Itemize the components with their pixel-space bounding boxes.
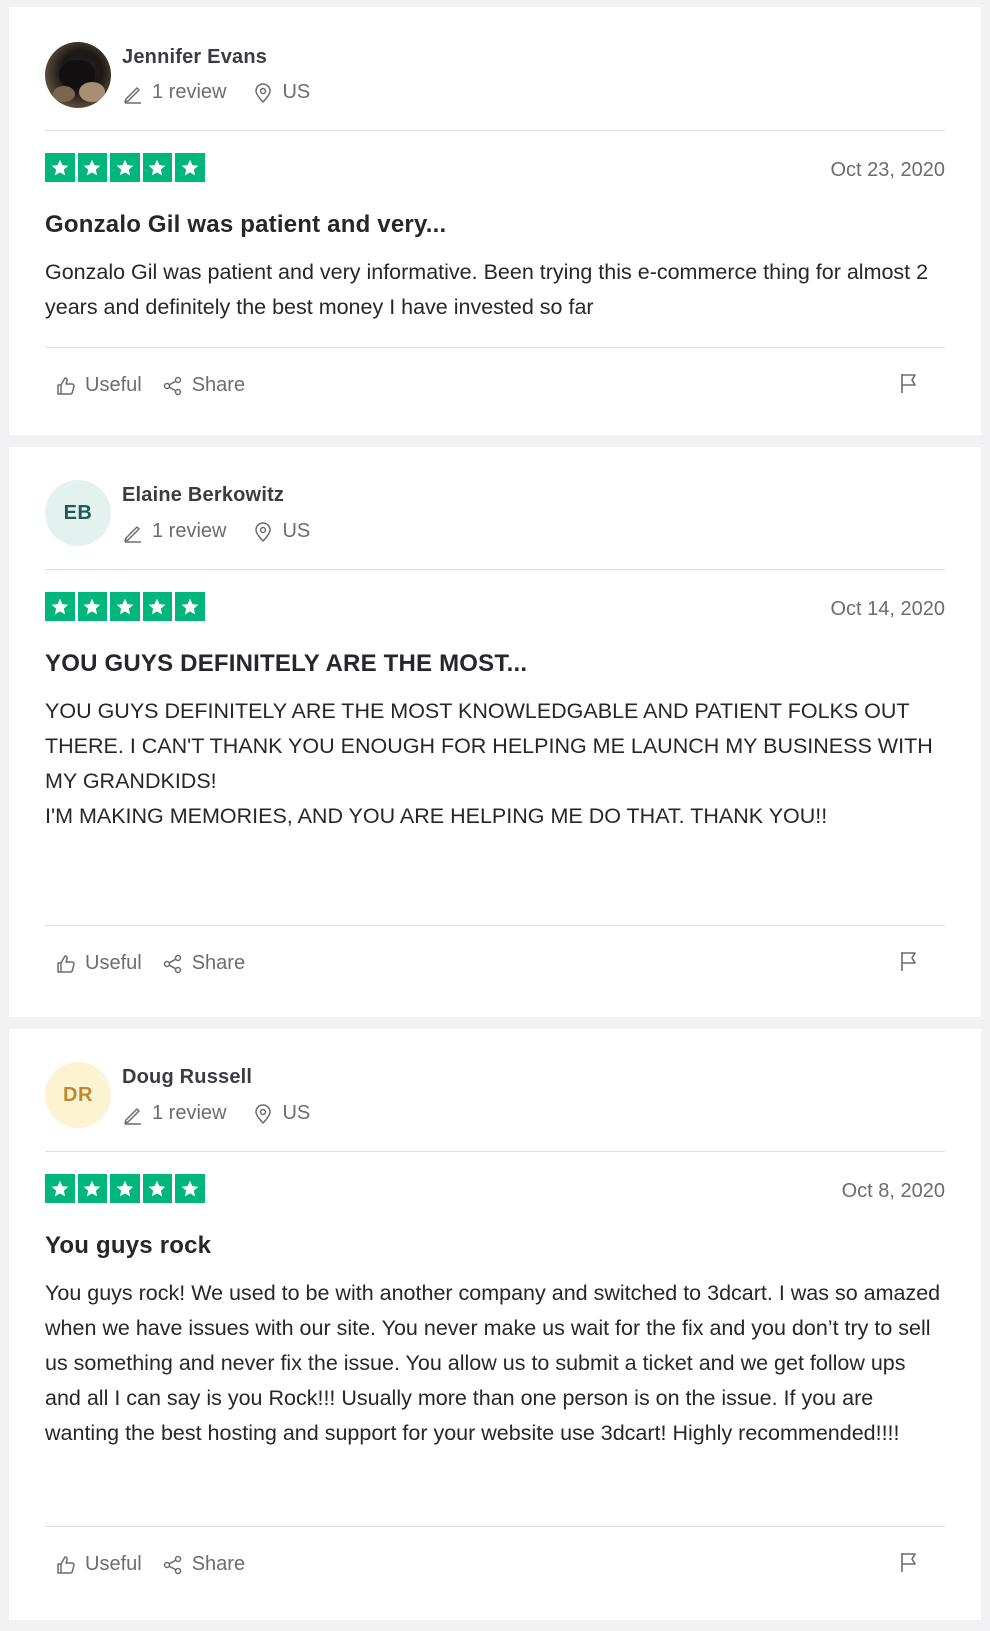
star-icon: [77, 592, 107, 621]
star-icon: [110, 1174, 140, 1203]
thumbs-up-icon: [57, 954, 75, 973]
divider: [45, 130, 945, 131]
location-pin-icon: [255, 82, 272, 103]
review-body: Gonzalo Gil was patient and very informa…: [45, 260, 929, 319]
review-body: You guys rock! We used to be with anothe…: [45, 1281, 941, 1445]
review-count: 1 review: [152, 81, 227, 103]
avatar-initials: DR: [63, 1083, 93, 1106]
avatar[interactable]: DR: [45, 1062, 111, 1128]
useful-label: Useful: [85, 952, 142, 974]
star-icon: [175, 153, 205, 182]
star-icon: [142, 1174, 172, 1203]
review-count: 1 review: [152, 1102, 227, 1124]
pencil-icon: [124, 525, 141, 543]
review-card: Jennifer Evans 1 review US Oct 23, 2020 …: [9, 7, 981, 435]
location-pin-icon: [255, 1103, 272, 1124]
pencil-icon: [124, 1107, 141, 1125]
share-button[interactable]: Share: [162, 952, 245, 975]
star-icon: [142, 153, 172, 182]
star-rating: [45, 1174, 205, 1203]
review-actions: Useful Share: [55, 374, 245, 397]
review-body: YOU GUYS DEFINITELY ARE THE MOST KNOWLED…: [45, 699, 933, 828]
review-actions: Useful Share: [55, 952, 245, 975]
star-icon: [110, 153, 140, 182]
review-title[interactable]: Gonzalo Gil was patient and very...: [45, 211, 446, 239]
star-rating: [45, 592, 205, 621]
review-count: 1 review: [152, 520, 227, 542]
useful-label: Useful: [85, 374, 142, 396]
flag-icon[interactable]: [899, 1551, 919, 1573]
review-date: Oct 14, 2020: [830, 598, 945, 620]
review-card: DR Doug Russell 1 review US Oct 8, 2020 …: [9, 1029, 981, 1620]
flag-icon[interactable]: [899, 372, 919, 394]
pencil-icon: [124, 86, 141, 104]
star-icon: [77, 153, 107, 182]
divider: [45, 347, 945, 348]
reviewer-meta: 1 review US: [122, 1102, 310, 1125]
review-date: Oct 8, 2020: [841, 1180, 945, 1202]
star-icon: [45, 1174, 75, 1203]
share-label: Share: [191, 1553, 246, 1575]
reviewer-meta: 1 review US: [122, 520, 310, 543]
divider: [45, 925, 945, 926]
star-icon: [110, 592, 140, 621]
star-icon: [45, 592, 75, 621]
divider: [45, 1151, 945, 1152]
star-icon: [45, 153, 75, 182]
star-icon: [175, 1174, 205, 1203]
reviewer-name[interactable]: Elaine Berkowitz: [122, 484, 284, 507]
review-actions: Useful Share: [55, 1553, 245, 1576]
share-label: Share: [191, 952, 246, 974]
reviewer-location: US: [282, 81, 311, 103]
thumbs-up-icon: [57, 376, 75, 395]
share-icon: [163, 954, 181, 973]
thumbs-up-icon: [57, 1555, 75, 1574]
useful-button[interactable]: Useful: [55, 374, 142, 397]
star-rating: [45, 153, 205, 182]
review-feed: Jennifer Evans 1 review US Oct 23, 2020 …: [0, 0, 990, 1631]
useful-button[interactable]: Useful: [55, 1553, 142, 1576]
review-title[interactable]: YOU GUYS DEFINITELY ARE THE MOST...: [45, 650, 527, 678]
review-card: EB Elaine Berkowitz 1 review US Oct 14, …: [9, 447, 981, 1017]
share-icon: [163, 1555, 181, 1574]
reviewer-location: US: [282, 1102, 311, 1124]
share-label: Share: [191, 374, 246, 396]
star-icon: [142, 592, 172, 621]
location-pin-icon: [255, 521, 272, 542]
useful-button[interactable]: Useful: [55, 952, 142, 975]
divider: [45, 1526, 945, 1527]
review-title[interactable]: You guys rock: [45, 1232, 211, 1260]
flag-icon[interactable]: [899, 950, 919, 972]
reviewer-name[interactable]: Jennifer Evans: [122, 46, 267, 69]
avatar[interactable]: [45, 42, 111, 108]
reviewer-meta: 1 review US: [122, 81, 310, 104]
avatar-initials: EB: [63, 501, 93, 524]
divider: [45, 569, 945, 570]
share-button[interactable]: Share: [162, 374, 245, 397]
star-icon: [175, 592, 205, 621]
avatar[interactable]: EB: [45, 480, 111, 546]
share-button[interactable]: Share: [162, 1553, 245, 1576]
useful-label: Useful: [85, 1553, 142, 1575]
reviewer-name[interactable]: Doug Russell: [122, 1066, 252, 1089]
review-date: Oct 23, 2020: [830, 159, 945, 181]
share-icon: [163, 376, 181, 395]
reviewer-location: US: [282, 520, 311, 542]
star-icon: [77, 1174, 107, 1203]
